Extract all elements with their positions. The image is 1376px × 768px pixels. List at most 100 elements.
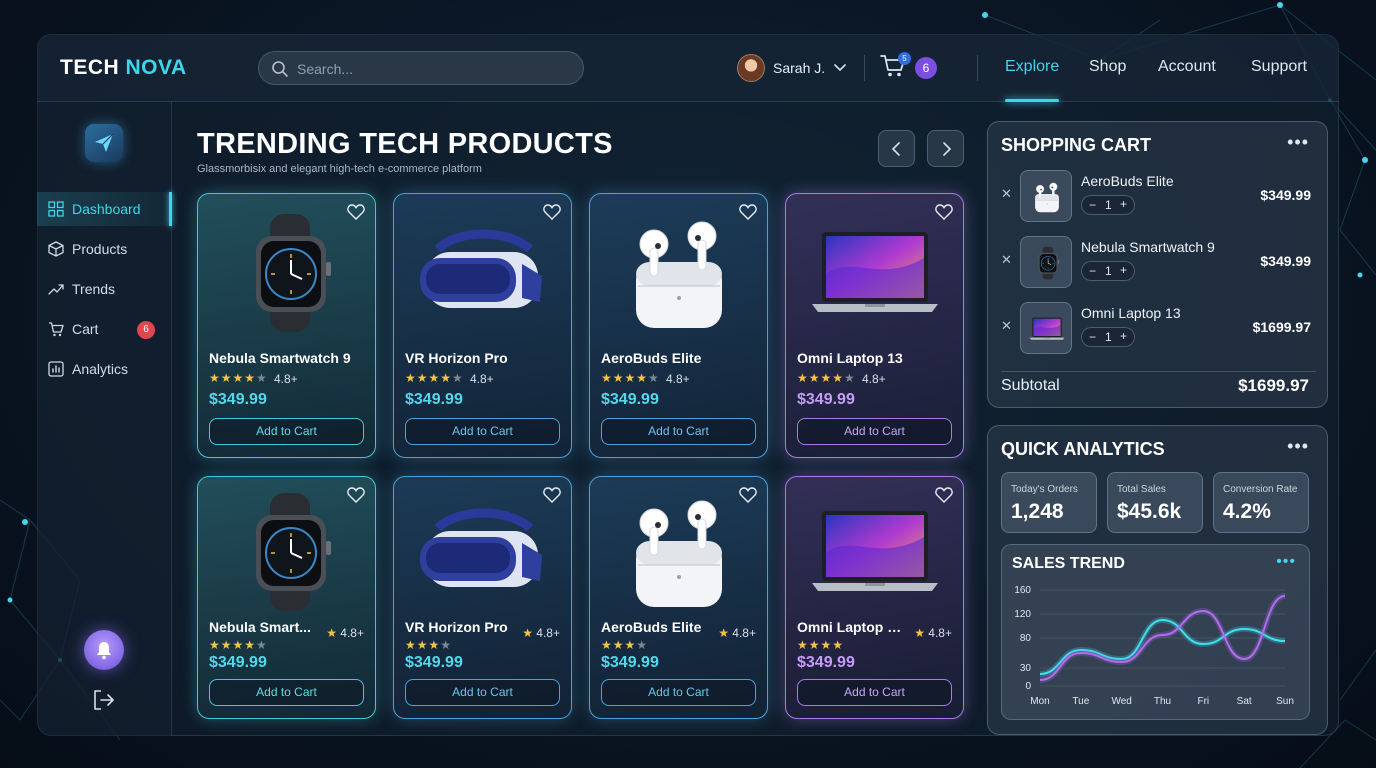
decrease-button[interactable]: − (1089, 198, 1096, 212)
product-name: VR Horizon Pro (405, 619, 508, 635)
subtotal-label: Subtotal (1001, 377, 1060, 394)
star-rating: ★★★★★ (209, 371, 268, 385)
sales-trend-chart: SALES TREND ••• 0 30 80 120 160 Mon Tue Wed Thu F… (1001, 544, 1310, 720)
nav-shop[interactable]: Shop (1089, 58, 1126, 76)
add-to-cart-button[interactable]: Add to Cart (601, 418, 756, 445)
product-name: AeroBuds Elite (601, 619, 702, 635)
product-card[interactable]: Nebula Smart... ★ 4.8+ ★★★★★ $349.99 Add… (197, 476, 376, 719)
sidebar-item-cart[interactable]: Cart 6 (37, 312, 172, 346)
quick-analytics-panel: QUICK ANALYTICS ••• Today's Orders 1,248… (987, 425, 1328, 735)
product-card[interactable]: Nebula Smartwatch 9 ★★★★★ 4.8+ $349.99 A… (197, 193, 376, 458)
earbuds-image (614, 493, 744, 611)
nav-support[interactable]: Support (1251, 58, 1307, 76)
rating-value: ★ 4.8+ (718, 626, 756, 640)
vr-headset-image (418, 214, 548, 332)
quantity-value: 1 (1105, 198, 1112, 212)
sidebar-item-trends[interactable]: Trends (37, 272, 172, 306)
cart-item-price: $349.99 (1260, 187, 1311, 203)
user-menu[interactable]: Sarah J. (737, 54, 846, 82)
star-rating: ★★★★ (797, 638, 845, 652)
rating-value: ★ 4.8+ (522, 626, 560, 640)
search-bar[interactable] (258, 51, 584, 85)
decrease-button[interactable]: − (1089, 330, 1096, 344)
product-card[interactable]: Omni Laptop 13 ★★★★★ 4.8+ $349.99 Add to… (785, 193, 964, 458)
product-name: VR Horizon Pro (405, 350, 508, 366)
sidebar-item-label: Products (72, 241, 128, 257)
cart-item-price: $349.99 (1260, 253, 1311, 269)
nav-explore[interactable]: Explore (1005, 58, 1059, 76)
notifications-button[interactable] (84, 630, 124, 670)
smartwatch-image (222, 493, 352, 611)
x-tick-label: Thu (1154, 696, 1171, 707)
product-name: Nebula Smart... (209, 619, 311, 635)
stat-value: $45.6k (1117, 500, 1182, 523)
nav-account[interactable]: Account (1158, 58, 1216, 76)
product-card[interactable]: Omni Laptop 13 ★ 4.8+ ★★★★ $349.99 Add t… (785, 476, 964, 719)
cart-item: ✕ Nebula Smartwatch 9 − 1 + $349.99 (988, 236, 1329, 288)
product-card[interactable]: VR Horizon Pro ★★★★★ 4.8+ $349.99 Add to… (393, 193, 572, 458)
remove-icon[interactable]: ✕ (1001, 318, 1012, 334)
app-logo[interactable] (85, 124, 123, 162)
quantity-stepper[interactable]: − 1 + (1081, 327, 1135, 347)
sidebar-item-analytics[interactable]: Analytics (37, 352, 172, 386)
line-chart: 0 30 80 120 160 Mon Tue Wed Thu Fri Sat Sun (1014, 585, 1294, 707)
prev-button[interactable] (878, 130, 915, 167)
avatar (737, 54, 765, 82)
more-icon[interactable]: ••• (1287, 436, 1309, 457)
stat-label: Conversion Rate (1223, 484, 1298, 495)
product-price: $349.99 (405, 654, 463, 671)
series-glow (1039, 616, 1286, 677)
star-rating: ★★★★★ (601, 371, 660, 385)
cart-badge: 6 (137, 321, 155, 339)
x-tick-label: Sun (1276, 696, 1294, 707)
increase-button[interactable]: + (1120, 329, 1127, 343)
product-card[interactable]: AeroBuds Elite ★ 4.8+ ★★★★ $349.99 Add t… (589, 476, 768, 719)
product-price: $349.99 (601, 654, 659, 671)
add-to-cart-button[interactable]: Add to Cart (209, 418, 364, 445)
remove-icon[interactable]: ✕ (1001, 186, 1012, 202)
add-to-cart-button[interactable]: Add to Cart (797, 679, 952, 706)
logout-button[interactable] (93, 690, 115, 715)
stat-value: 1,248 (1011, 500, 1064, 523)
next-button[interactable] (927, 130, 964, 167)
star-rating: ★★★★★ (405, 371, 464, 385)
quantity-stepper[interactable]: − 1 + (1081, 195, 1135, 215)
rating-value: ★ 4.8+ (326, 626, 364, 640)
product-card[interactable]: AeroBuds Elite ★★★★★ 4.8+ $349.99 Add to… (589, 193, 768, 458)
paper-plane-icon (95, 133, 114, 152)
sidebar-item-products[interactable]: Products (37, 232, 172, 266)
brand-logo[interactable]: TECH NOVA (60, 56, 187, 80)
decrease-button[interactable]: − (1089, 264, 1096, 278)
rating-value: 4.8+ (470, 372, 494, 386)
stat-card: Total Sales $45.6k (1107, 472, 1203, 533)
sidebar-item-dashboard[interactable]: Dashboard (37, 192, 172, 226)
cart-item-price: $1699.97 (1252, 319, 1311, 335)
page-title: TRENDING TECH PRODUCTS (197, 128, 613, 160)
add-to-cart-button[interactable]: Add to Cart (405, 679, 560, 706)
remove-icon[interactable]: ✕ (1001, 252, 1012, 268)
increase-button[interactable]: + (1120, 197, 1127, 211)
stat-card: Today's Orders 1,248 (1001, 472, 1097, 533)
star-rating: ★★★★ (405, 638, 453, 652)
more-icon[interactable]: ••• (1287, 132, 1309, 153)
increase-button[interactable]: + (1120, 263, 1127, 277)
quantity-value: 1 (1105, 264, 1112, 278)
rating-value: 4.8+ (666, 372, 690, 386)
chevron-left-icon (891, 142, 900, 156)
quantity-stepper[interactable]: − 1 + (1081, 261, 1135, 281)
product-name: Omni Laptop 13 (797, 350, 903, 366)
add-to-cart-button[interactable]: Add to Cart (405, 418, 560, 445)
add-to-cart-button[interactable]: Add to Cart (601, 679, 756, 706)
product-card[interactable]: VR Horizon Pro ★ 4.8+ ★★★★ $349.99 Add t… (393, 476, 572, 719)
add-to-cart-button[interactable]: Add to Cart (209, 679, 364, 706)
x-tick-label: Wed (1111, 696, 1131, 707)
search-input[interactable] (297, 58, 567, 80)
stat-card: Conversion Rate 4.2% (1213, 472, 1309, 533)
cart-count-badge: 6 (915, 57, 937, 79)
quantity-value: 1 (1105, 330, 1112, 344)
cart-item-name: Nebula Smartwatch 9 (1081, 239, 1215, 255)
laptop-image (810, 493, 940, 611)
cart-item: ✕ Omni Laptop 13 − 1 + $1699.97 (988, 302, 1329, 354)
add-to-cart-button[interactable]: Add to Cart (797, 418, 952, 445)
panel-title: SHOPPING CART (1001, 135, 1152, 155)
